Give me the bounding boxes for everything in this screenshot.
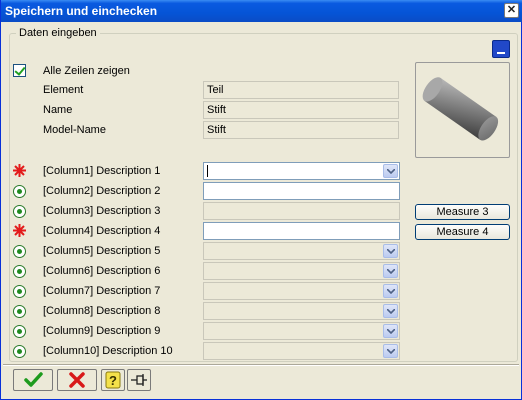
chevron-down-icon (387, 249, 395, 254)
svg-text:?: ? (109, 373, 117, 388)
help-icon: ? (105, 371, 121, 389)
green-check-icon (24, 372, 43, 387)
row-4-input[interactable] (203, 222, 400, 240)
measure-3-button[interactable]: Measure 3 (415, 204, 510, 220)
row-3-input (203, 202, 400, 220)
measure-4-button[interactable]: Measure 4 (415, 224, 510, 240)
pin-icon (131, 374, 147, 386)
close-icon: ✕ (506, 4, 517, 16)
part-preview (415, 62, 510, 158)
row-6-combo[interactable] (203, 262, 400, 280)
name-label: Name (43, 104, 73, 116)
row-2-input[interactable] (203, 182, 400, 200)
row-3-label: [Column3] Description 3 (43, 205, 161, 217)
element-label: Element (43, 84, 84, 96)
optional-dot-icon (13, 185, 26, 198)
row-1-combo[interactable] (203, 162, 400, 180)
optional-dot-icon (13, 245, 26, 258)
group-legend: Daten eingeben (19, 27, 97, 39)
dropdown-button[interactable] (383, 244, 398, 258)
row-8-label: [Column8] Description 8 (43, 305, 161, 317)
dropdown-button[interactable] (383, 304, 398, 318)
chevron-down-icon (387, 289, 395, 294)
dropdown-button[interactable] (383, 284, 398, 298)
collapse-icon[interactable] (492, 40, 510, 58)
title-bar[interactable]: Speichern und einchecken ✕ (1, 0, 522, 22)
row-9-combo[interactable] (203, 322, 400, 340)
show-all-rows-checkbox[interactable] (13, 64, 26, 77)
row-9-label: [Column9] Description 9 (43, 325, 161, 337)
ok-button[interactable] (13, 369, 53, 391)
pin-button[interactable] (127, 369, 151, 391)
required-star-icon (13, 224, 26, 237)
chevron-down-icon (387, 329, 395, 334)
row-7-combo[interactable] (203, 282, 400, 300)
row-1-label: [Column1] Description 1 (43, 165, 161, 177)
row-10-combo[interactable] (203, 342, 400, 360)
optional-dot-icon (13, 305, 26, 318)
model-name-label: Model-Name (43, 124, 106, 136)
element-value: Teil (203, 81, 399, 99)
chevron-down-icon (387, 349, 395, 354)
name-value: Stift (203, 101, 399, 119)
optional-dot-icon (13, 285, 26, 298)
dropdown-button[interactable] (383, 164, 398, 178)
cancel-button[interactable] (57, 369, 97, 391)
chevron-down-icon (387, 309, 395, 314)
row-6-label: [Column6] Description 6 (43, 265, 161, 277)
row-4-label: [Column4] Description 4 (43, 225, 161, 237)
help-button[interactable]: ? (101, 369, 125, 391)
row-5-label: [Column5] Description 5 (43, 245, 161, 257)
dropdown-button[interactable] (383, 324, 398, 338)
optional-dot-icon (13, 345, 26, 358)
bottom-divider (3, 364, 519, 366)
optional-dot-icon (13, 205, 26, 218)
model-name-value: Stift (203, 121, 399, 139)
row-2-label: [Column2] Description 2 (43, 185, 161, 197)
dropdown-button[interactable] (383, 344, 398, 358)
row-8-combo[interactable] (203, 302, 400, 320)
cylinder-icon (422, 77, 499, 141)
dialog-window: Speichern und einchecken ✕ Daten eingebe… (0, 0, 522, 400)
chevron-down-icon (387, 169, 395, 174)
chevron-down-icon (387, 269, 395, 274)
show-all-rows-label: Alle Zeilen zeigen (43, 65, 130, 77)
row-10-label: [Column10] Description 10 (43, 345, 173, 357)
window-title: Speichern und einchecken (5, 4, 158, 18)
close-button[interactable]: ✕ (504, 3, 519, 18)
dropdown-button[interactable] (383, 264, 398, 278)
optional-dot-icon (13, 325, 26, 338)
red-x-icon (69, 372, 85, 388)
optional-dot-icon (13, 265, 26, 278)
text-caret (207, 165, 208, 177)
required-star-icon (13, 164, 26, 177)
row-5-combo[interactable] (203, 242, 400, 260)
row-7-label: [Column7] Description 7 (43, 285, 161, 297)
